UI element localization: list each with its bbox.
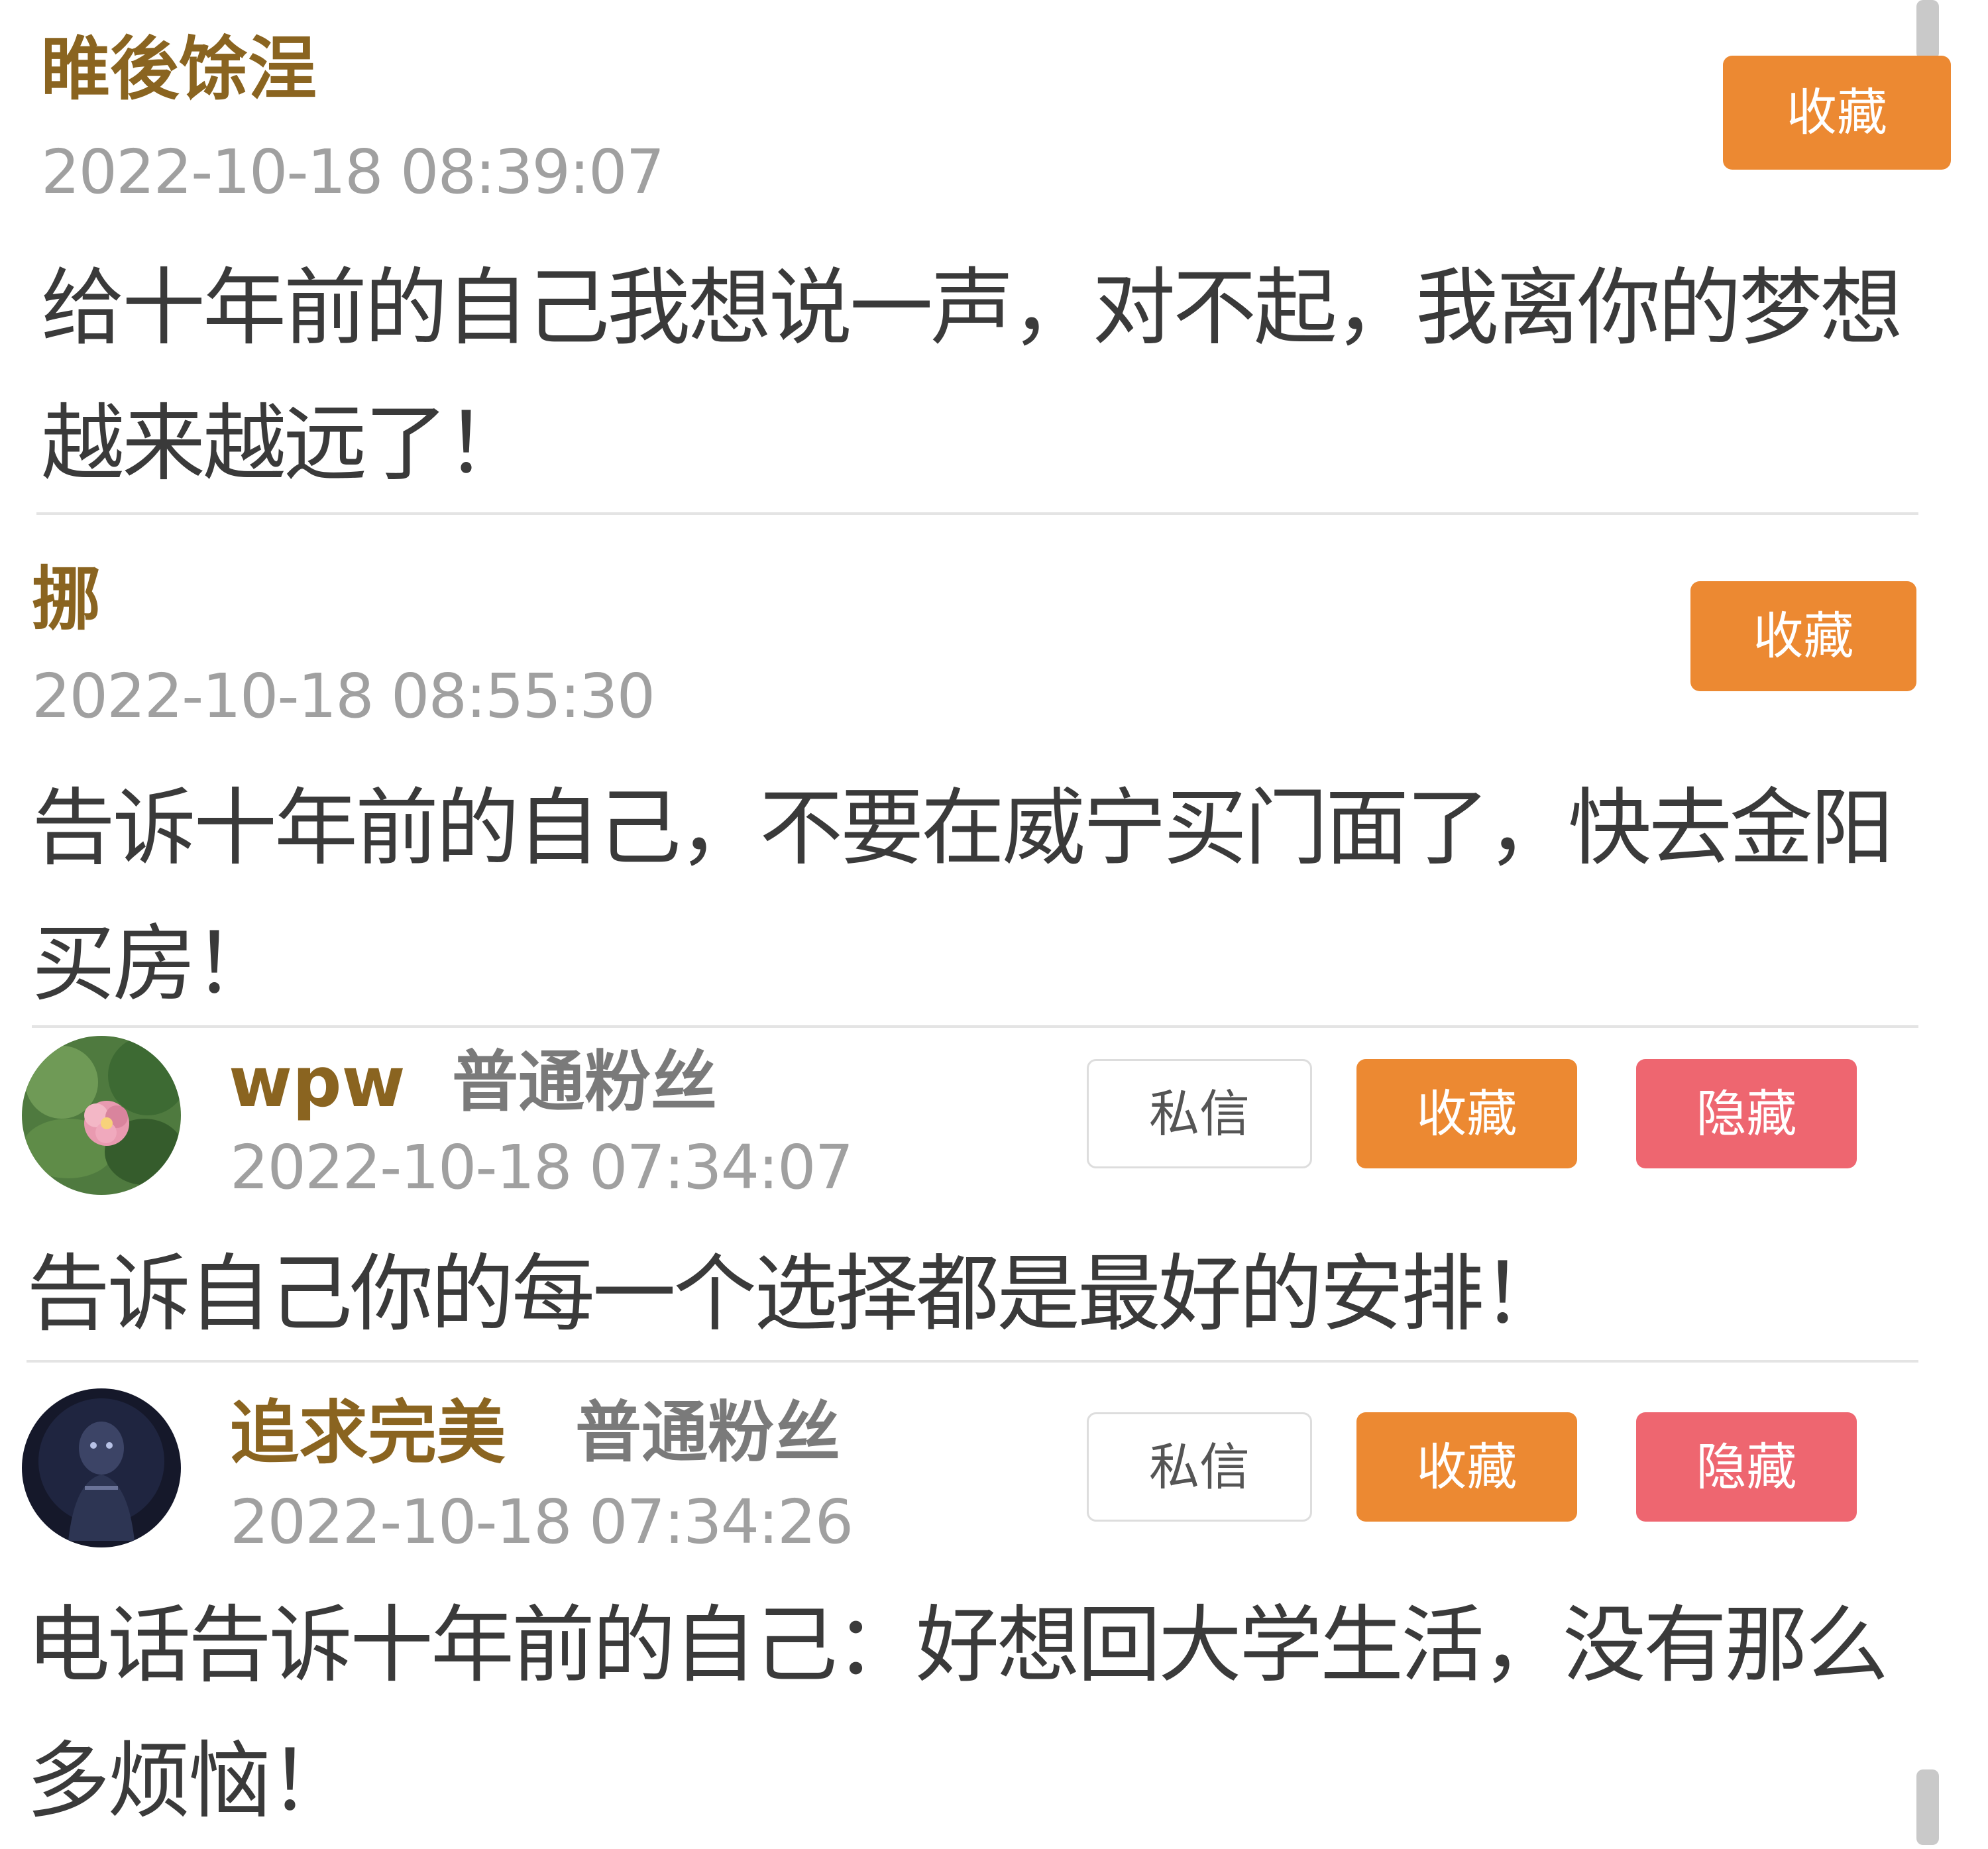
fan-level-badge: 普通粉丝 — [575, 1394, 840, 1471]
hide-button[interactable]: 隐藏 — [1636, 1059, 1857, 1168]
comment-username[interactable]: 挪 — [32, 565, 101, 634]
favorite-button[interactable]: 收藏 — [1690, 581, 1916, 691]
message-button[interactable]: 私信 — [1087, 1059, 1312, 1168]
comment-timestamp: 2022-10-18 07:34:07 — [230, 1132, 854, 1203]
scrollbar-top[interactable] — [1916, 0, 1939, 60]
comment-username[interactable]: wpw — [229, 1048, 406, 1117]
comment-text: 电话告诉十年前的自己：好想回大学生活，没有那么多烦恼！ — [27, 1597, 1889, 1830]
divider — [32, 1025, 1918, 1028]
comment-text: 告诉自己你的每一个选择都是最好的安排！ — [27, 1245, 1565, 1343]
comment-text: 告诉十年前的自己，不要在威宁买门面了，快去金阳买房！ — [32, 779, 1894, 1013]
comment-timestamp: 2022-10-18 08:55:30 — [32, 661, 655, 732]
favorite-button[interactable]: 收藏 — [1356, 1059, 1577, 1168]
favorite-button[interactable]: 收藏 — [1356, 1412, 1577, 1522]
fan-level-badge: 普通粉丝 — [452, 1043, 717, 1121]
comment-timestamp: 2022-10-18 08:39:07 — [41, 137, 665, 207]
divider — [27, 1360, 1918, 1363]
comment-timestamp: 2022-10-18 07:34:26 — [230, 1486, 854, 1557]
avatar[interactable] — [22, 1388, 181, 1547]
message-button[interactable]: 私信 — [1087, 1412, 1312, 1522]
comment-username[interactable]: 睢後馀浧 — [41, 34, 317, 103]
flower-avatar-icon — [22, 1036, 181, 1195]
comment-username[interactable]: 追求完美 — [230, 1398, 506, 1467]
favorite-button[interactable]: 收藏 — [1723, 56, 1951, 170]
comment-text: 给十年前的自己我想说一声，对不起，我离你的梦想越来越远了！ — [41, 259, 1903, 492]
divider — [36, 512, 1918, 515]
dark-figure-avatar-icon — [22, 1388, 181, 1547]
avatar[interactable] — [22, 1036, 181, 1195]
hide-button[interactable]: 隐藏 — [1636, 1412, 1857, 1522]
